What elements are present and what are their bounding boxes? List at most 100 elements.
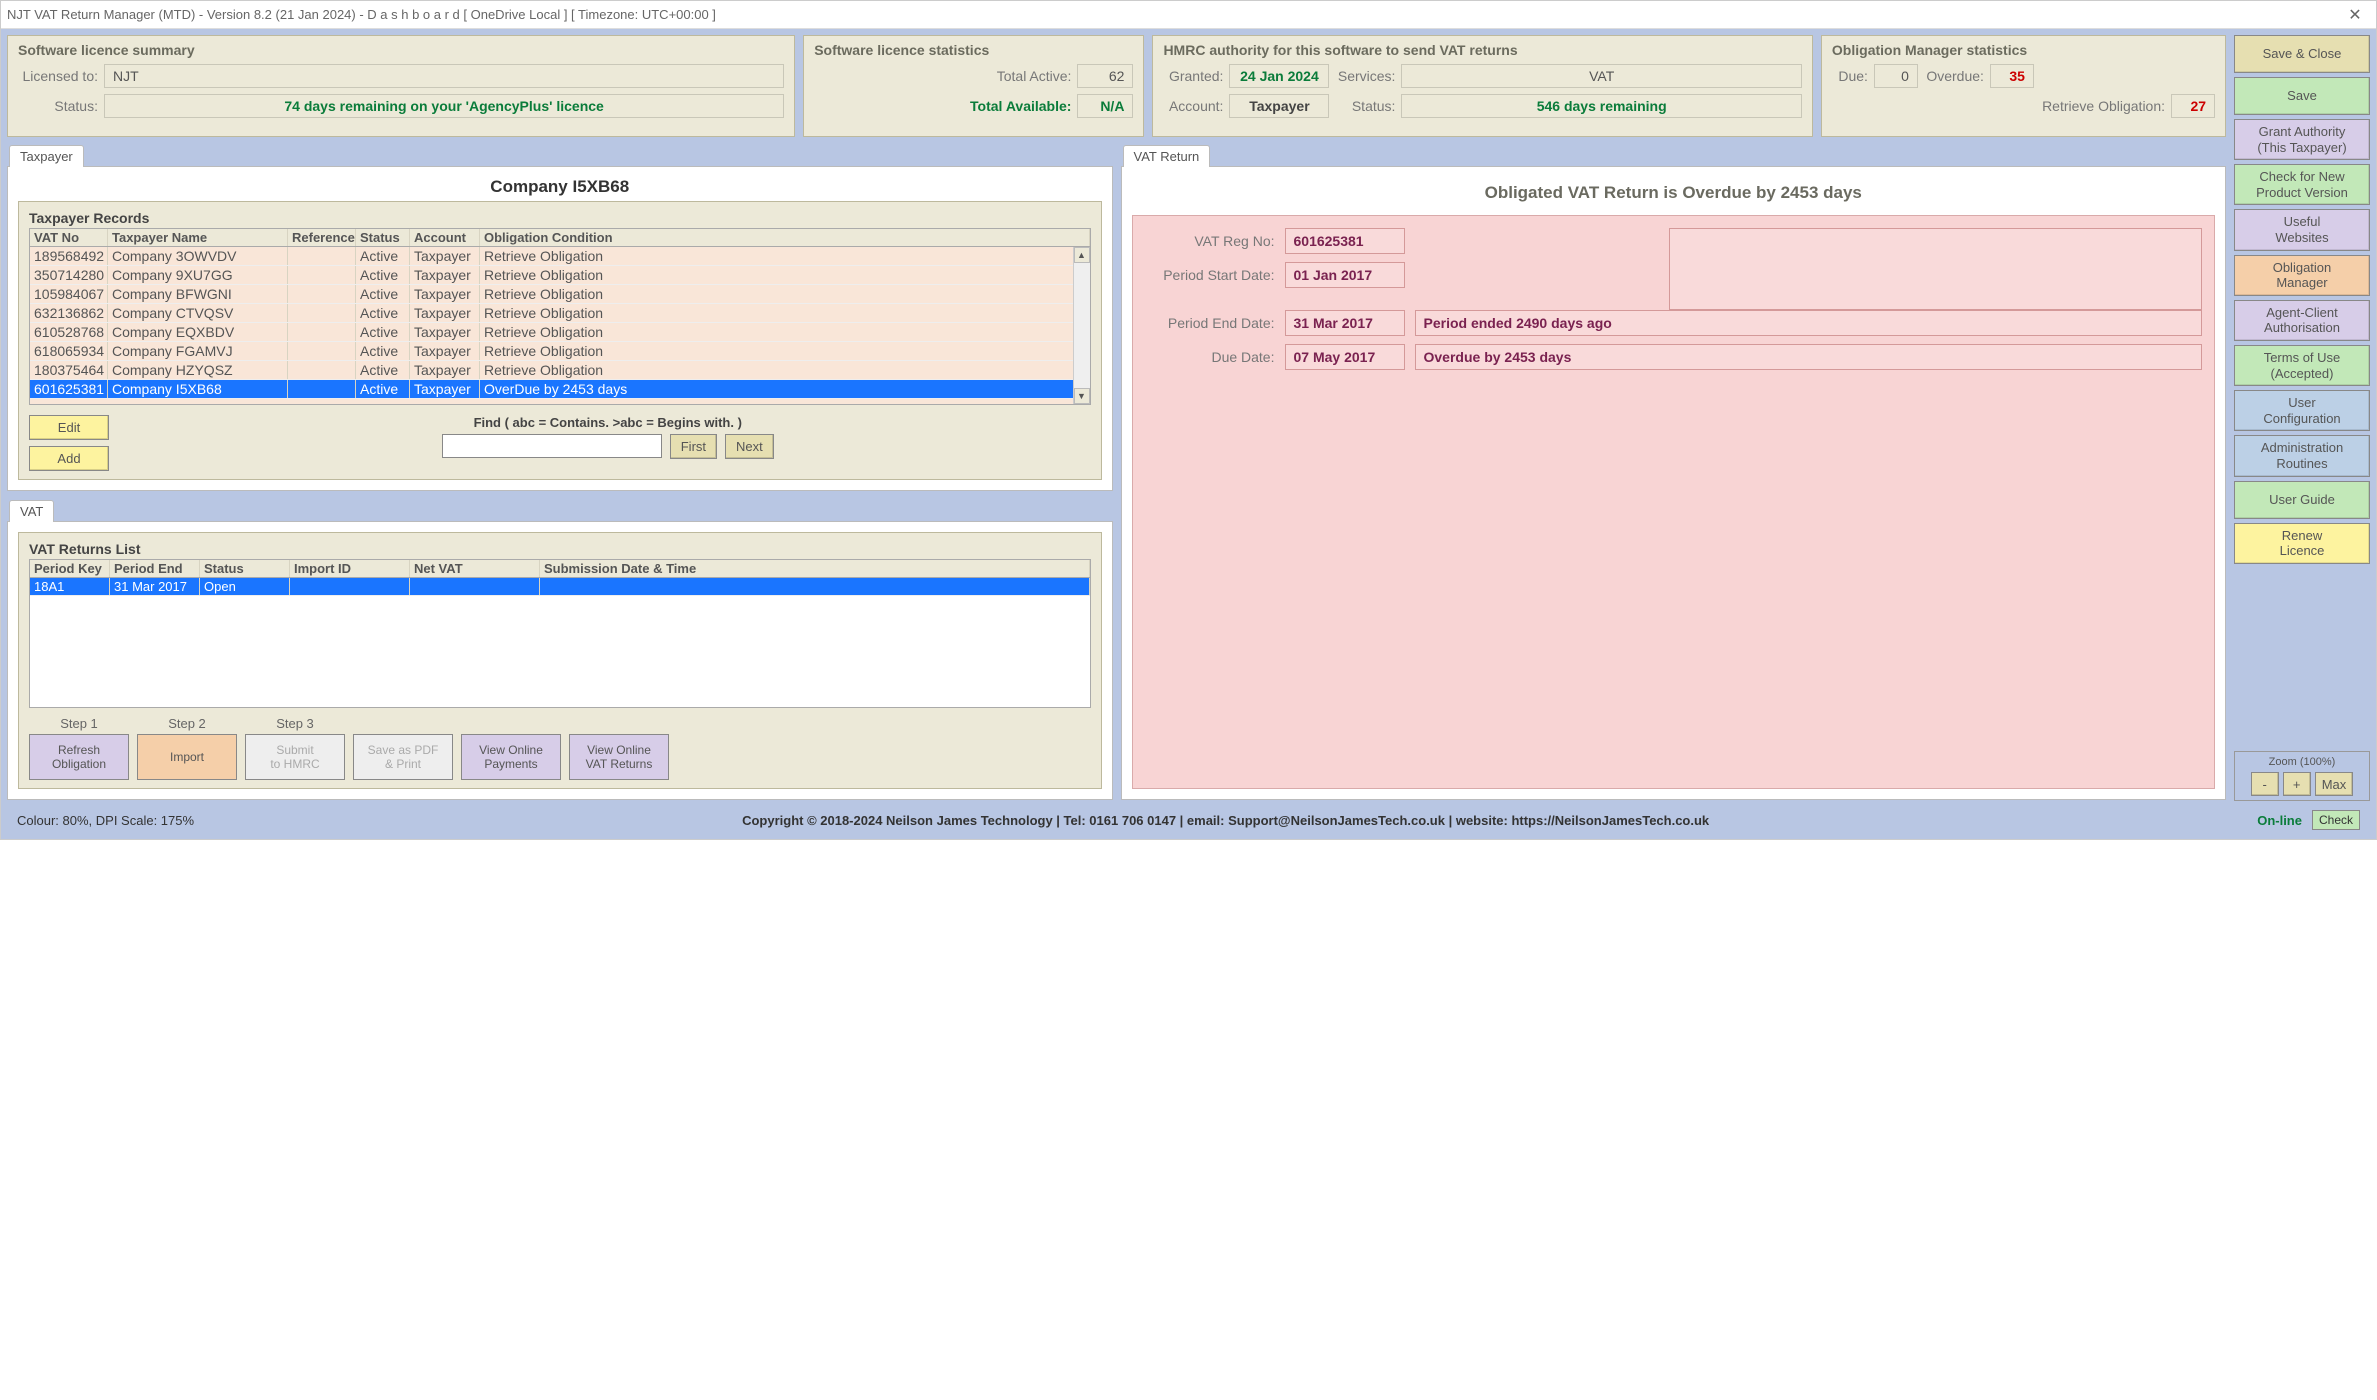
vat-returns-col-header[interactable]: Import ID	[290, 560, 410, 577]
taxpayer-cell: Company FGAMVJ	[108, 342, 288, 360]
taxpayer-col-header[interactable]: Status	[356, 229, 410, 246]
total-avail-label: Total Available:	[814, 98, 1071, 114]
tab-vat[interactable]: VAT	[9, 500, 54, 522]
taxpayer-cell: Retrieve Obligation	[480, 361, 1090, 379]
granted-value: 24 Jan 2024	[1229, 64, 1329, 88]
taxpayer-row[interactable]: 105984067Company BFWGNIActiveTaxpayerRet…	[30, 285, 1090, 304]
find-first-button[interactable]: First	[670, 434, 717, 459]
import-button[interactable]: Import	[137, 734, 237, 780]
taxpayer-cell: Active	[356, 247, 410, 265]
due-date-note: Overdue by 2453 days	[1415, 344, 2203, 370]
zoom-max-button[interactable]: Max	[2315, 772, 2354, 796]
view-payments-button[interactable]: View Online Payments	[461, 734, 561, 780]
close-icon[interactable]: ✕	[2340, 5, 2370, 25]
window-title: NJT VAT Return Manager (MTD) - Version 8…	[7, 7, 716, 22]
scroll-down-icon[interactable]: ▼	[1074, 388, 1090, 404]
taxpayer-scrollbar[interactable]: ▲ ▼	[1073, 247, 1090, 404]
taxpayer-cell: Retrieve Obligation	[480, 285, 1090, 303]
taxpayer-cell: Active	[356, 304, 410, 322]
check-version-button[interactable]: Check for New Product Version	[2234, 164, 2370, 205]
taxpayer-cell: Company I5XB68	[108, 380, 288, 398]
taxpayer-cell: Taxpayer	[410, 323, 480, 341]
footer-colour: Colour: 80%, DPI Scale: 175%	[17, 813, 194, 828]
hmrc-account-label: Account:	[1163, 98, 1223, 114]
vat-return-row[interactable]: 18A131 Mar 2017Open	[30, 578, 1090, 596]
admin-routines-button[interactable]: Administration Routines	[2234, 435, 2370, 476]
taxpayer-row[interactable]: 180375464Company HZYQSZActiveTaxpayerRet…	[30, 361, 1090, 380]
taxpayer-cell: Taxpayer	[410, 266, 480, 284]
vat-returns-col-header[interactable]: Period End	[110, 560, 200, 577]
vat-return-cell: Open	[200, 578, 290, 595]
find-next-button[interactable]: Next	[725, 434, 774, 459]
taxpayer-cell: Retrieve Obligation	[480, 247, 1090, 265]
refresh-obligation-button[interactable]: Refresh Obligation	[29, 734, 129, 780]
step2-label: Step 2	[137, 716, 237, 731]
user-guide-button[interactable]: User Guide	[2234, 481, 2370, 519]
taxpayer-cell: 189568492	[30, 247, 108, 265]
save-pdf-button[interactable]: Save as PDF & Print	[353, 734, 453, 780]
taxpayer-cell: Retrieve Obligation	[480, 342, 1090, 360]
due-date-label: Due Date:	[1145, 349, 1275, 365]
hmrc-title: HMRC authority for this software to send…	[1163, 42, 1801, 58]
view-returns-button[interactable]: View Online VAT Returns	[569, 734, 669, 780]
taxpayer-cell: Taxpayer	[410, 380, 480, 398]
agent-client-auth-button[interactable]: Agent-Client Authorisation	[2234, 300, 2370, 341]
taxpayer-cell	[288, 247, 356, 265]
taxpayer-row[interactable]: 610528768Company EQXBDVActiveTaxpayerRet…	[30, 323, 1090, 342]
scroll-up-icon[interactable]: ▲	[1074, 247, 1090, 263]
renew-licence-button[interactable]: Renew Licence	[2234, 523, 2370, 564]
taxpayer-cell: Company BFWGNI	[108, 285, 288, 303]
obligation-manager-button[interactable]: Obligation Manager	[2234, 255, 2370, 296]
taxpayer-cell: Company CTVQSV	[108, 304, 288, 322]
vat-returns-col-header[interactable]: Submission Date & Time	[540, 560, 1090, 577]
terms-of-use-button[interactable]: Terms of Use (Accepted)	[2234, 345, 2370, 386]
taxpayer-col-header[interactable]: VAT No	[30, 229, 108, 246]
main-window: NJT VAT Return Manager (MTD) - Version 8…	[0, 0, 2377, 840]
user-config-button[interactable]: User Configuration	[2234, 390, 2370, 431]
taxpayer-cell: Retrieve Obligation	[480, 266, 1090, 284]
add-button[interactable]: Add	[29, 446, 109, 471]
taxpayer-row[interactable]: 632136862Company CTVQSVActiveTaxpayerRet…	[30, 304, 1090, 323]
vat-empty-box	[1669, 228, 2202, 310]
taxpayer-cell	[288, 323, 356, 341]
taxpayer-cell: Active	[356, 361, 410, 379]
taxpayer-col-header[interactable]: Obligation Condition	[480, 229, 1090, 246]
taxpayer-cell: Taxpayer	[410, 342, 480, 360]
zoom-panel: Zoom (100%) - + Max	[2234, 751, 2370, 801]
edit-button[interactable]: Edit	[29, 415, 109, 440]
content-area: Software licence summary Licensed to: NJ…	[1, 29, 2376, 839]
taxpayer-cell: 618065934	[30, 342, 108, 360]
vat-returns-col-header[interactable]: Status	[200, 560, 290, 577]
vat-reg-label: VAT Reg No:	[1145, 233, 1275, 249]
taxpayer-cell: 180375464	[30, 361, 108, 379]
period-end-value: 31 Mar 2017	[1285, 310, 1405, 336]
taxpayer-cell: Active	[356, 323, 410, 341]
footer-check-button[interactable]: Check	[2312, 810, 2360, 830]
taxpayer-cell: 350714280	[30, 266, 108, 284]
submit-hmrc-button[interactable]: Submit to HMRC	[245, 734, 345, 780]
zoom-out-button[interactable]: -	[2251, 772, 2279, 796]
save-close-button[interactable]: Save & Close	[2234, 35, 2370, 73]
hmrc-account-value: Taxpayer	[1229, 94, 1329, 118]
taxpayer-row[interactable]: 601625381Company I5XB68ActiveTaxpayerOve…	[30, 380, 1090, 399]
taxpayer-cell	[288, 361, 356, 379]
grant-authority-button[interactable]: Grant Authority (This Taxpayer)	[2234, 119, 2370, 160]
vat-return-title: Obligated VAT Return is Overdue by 2453 …	[1132, 183, 2216, 203]
useful-websites-button[interactable]: Useful Websites	[2234, 209, 2370, 250]
taxpayer-row[interactable]: 189568492Company 3OWVDVActiveTaxpayerRet…	[30, 247, 1090, 266]
licensed-to-label: Licensed to:	[18, 68, 98, 84]
taxpayer-row[interactable]: 618065934Company FGAMVJActiveTaxpayerRet…	[30, 342, 1090, 361]
vat-returns-col-header[interactable]: Net VAT	[410, 560, 540, 577]
taxpayer-records-title: Taxpayer Records	[29, 210, 1091, 226]
taxpayer-row[interactable]: 350714280Company 9XU7GGActiveTaxpayerRet…	[30, 266, 1090, 285]
zoom-in-button[interactable]: +	[2283, 772, 2311, 796]
find-input[interactable]	[442, 434, 662, 458]
tab-taxpayer[interactable]: Taxpayer	[9, 145, 84, 167]
taxpayer-cell: Company HZYQSZ	[108, 361, 288, 379]
taxpayer-col-header[interactable]: Taxpayer Name	[108, 229, 288, 246]
tab-vat-return[interactable]: VAT Return	[1123, 145, 1211, 167]
taxpayer-col-header[interactable]: Account	[410, 229, 480, 246]
save-button[interactable]: Save	[2234, 77, 2370, 115]
vat-returns-col-header[interactable]: Period Key	[30, 560, 110, 577]
taxpayer-col-header[interactable]: Reference	[288, 229, 356, 246]
